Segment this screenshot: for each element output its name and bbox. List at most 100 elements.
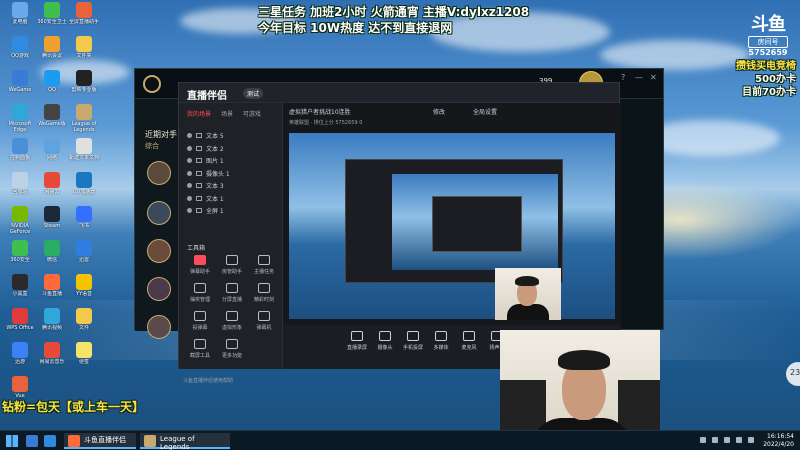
tray-icon[interactable] bbox=[700, 437, 706, 443]
desktop-icon[interactable]: 360安全卫士 bbox=[36, 2, 68, 34]
side-badge[interactable]: 23 bbox=[786, 362, 800, 386]
source-item[interactable]: 全屏 1 bbox=[187, 206, 277, 217]
tab-overall[interactable]: 综合 bbox=[145, 141, 159, 151]
source-item[interactable]: 摄像头 1 bbox=[187, 169, 277, 180]
tab-my-scenes[interactable]: 我的场景 bbox=[187, 111, 211, 118]
desktop-icon[interactable]: NVIDIA GeForce bbox=[4, 206, 36, 238]
champion-icon[interactable] bbox=[147, 277, 171, 301]
desktop-icon[interactable]: 迅雷 bbox=[68, 240, 100, 272]
edit-title-button[interactable]: 修改 bbox=[433, 107, 445, 116]
clock[interactable]: 16:16:54 2022/4/20 bbox=[763, 433, 794, 449]
desktop-icon[interactable]: Microsoft Edge bbox=[4, 104, 36, 136]
desktop-icon[interactable]: 腾讯会议 bbox=[36, 36, 68, 68]
volume-icon[interactable] bbox=[736, 437, 742, 443]
desktop-icon[interactable]: QQ游戏 bbox=[4, 36, 36, 68]
tool-button[interactable]: 抽奖管理 bbox=[185, 283, 215, 311]
desktop-icon[interactable]: 回收站 bbox=[4, 172, 36, 204]
tool-button[interactable]: 截屏工具 bbox=[185, 339, 215, 367]
tool-button[interactable]: 弹幕机 bbox=[249, 311, 279, 339]
visibility-icon[interactable] bbox=[187, 133, 192, 138]
taskbar: 斗鱼直播伴侣 League of Legends 16:16:54 2022/4… bbox=[0, 430, 800, 450]
tool-button[interactable]: 更多功能 bbox=[217, 339, 247, 367]
champion-icon[interactable] bbox=[147, 239, 171, 263]
tool-button[interactable]: 弹幕助手 bbox=[185, 255, 215, 283]
toolbar-button[interactable]: 摄像头 bbox=[371, 331, 399, 351]
visibility-icon[interactable] bbox=[187, 145, 192, 151]
desktop-icon[interactable]: 文件夹 bbox=[68, 36, 100, 68]
desktop-icon[interactable]: 网络 bbox=[36, 138, 68, 170]
desktop-icon[interactable]: UU加速器 bbox=[68, 172, 100, 204]
toolbar-button[interactable]: 手机投屏 bbox=[399, 331, 427, 351]
champion-icon[interactable] bbox=[147, 161, 171, 185]
taskbar-app-lol[interactable]: League of Legends bbox=[140, 433, 230, 450]
minimize-button[interactable]: — bbox=[635, 73, 643, 82]
overlay-card-progress: 目前70办卡 bbox=[742, 87, 796, 98]
desktop-icon[interactable]: WeGame版 bbox=[36, 104, 68, 136]
taskbar-app-douyu[interactable]: 斗鱼直播伴侣 bbox=[64, 433, 136, 449]
tray-icon[interactable] bbox=[712, 437, 718, 443]
toolbar-button[interactable]: 直播录屏 bbox=[343, 331, 371, 351]
visibility-icon[interactable] bbox=[187, 183, 192, 188]
desktop-icon[interactable]: Steam bbox=[36, 206, 68, 238]
streaming-companion-window[interactable]: 直播伴侣 测试 我的场景 场景 可游戏 文本 5 文本 2 图片 1 摄像头 1 文本 … bbox=[178, 82, 621, 384]
desktop-icon[interactable]: 腾讯视频 bbox=[36, 308, 68, 340]
source-item[interactable]: 文本 5 bbox=[187, 131, 277, 142]
desktop-icon[interactable]: 网易云音乐 bbox=[36, 342, 68, 374]
tool-icon bbox=[258, 283, 270, 293]
desktop-icon[interactable]: YY语音 bbox=[68, 274, 100, 306]
visibility-icon[interactable] bbox=[187, 195, 192, 201]
desktop-icon[interactable]: 网易云 bbox=[36, 172, 68, 204]
source-item[interactable]: 文本 2 bbox=[187, 144, 277, 155]
app-icon bbox=[44, 36, 60, 52]
search-icon[interactable] bbox=[26, 435, 38, 447]
source-item[interactable]: 图片 1 bbox=[187, 156, 277, 167]
tool-button[interactable]: 房管助手 bbox=[217, 255, 247, 283]
toolbar-button[interactable]: 多媒体 bbox=[427, 331, 455, 351]
visibility-icon[interactable] bbox=[187, 170, 192, 176]
desktop-icon[interactable]: WeGame bbox=[4, 70, 36, 102]
desktop-icon[interactable]: 360安全 bbox=[4, 240, 36, 272]
desktop-icon[interactable]: QQ bbox=[36, 70, 68, 102]
desktop-icon[interactable]: 微信 bbox=[36, 240, 68, 272]
lol-logo-icon bbox=[143, 75, 161, 93]
stream-title[interactable]: 虚拟猎户者挑战10连胜 bbox=[289, 107, 351, 116]
global-settings-button[interactable]: 全局设置 bbox=[473, 107, 497, 116]
desktop-icon[interactable]: 迅游 bbox=[4, 342, 36, 374]
close-button[interactable]: ✕ bbox=[650, 73, 657, 82]
desktop-icon[interactable]: WPS Office bbox=[4, 308, 36, 340]
help-button[interactable]: ? bbox=[621, 73, 625, 82]
desktop-icon[interactable]: 飞书 bbox=[68, 206, 100, 238]
help-link[interactable]: 斗鱼直播伴侣使用帮助 bbox=[183, 377, 233, 384]
tool-button[interactable]: 主播任务 bbox=[249, 255, 279, 283]
desktop-icon[interactable]: 新建文本文档 bbox=[68, 138, 100, 170]
tool-button[interactable]: 投弹幕 bbox=[185, 311, 215, 339]
pinned-app-icon[interactable] bbox=[44, 435, 56, 447]
version-badge[interactable]: 测试 bbox=[243, 88, 264, 99]
source-item[interactable]: 文本 1 bbox=[187, 194, 277, 205]
desktop-icon[interactable]: 此电脑 bbox=[4, 2, 36, 34]
desktop-icon[interactable]: 全屏直播助手 bbox=[68, 2, 100, 34]
tool-button[interactable]: 精彩时刻 bbox=[249, 283, 279, 311]
desktop-icon[interactable]: League of Legends bbox=[68, 104, 100, 136]
tool-button[interactable]: 虚拟形象 bbox=[217, 311, 247, 339]
desktop-icon[interactable]: 剪映专业版 bbox=[68, 70, 100, 102]
visibility-icon[interactable] bbox=[187, 158, 192, 163]
windows-start-icon[interactable] bbox=[6, 435, 18, 447]
champion-icon[interactable] bbox=[147, 315, 171, 339]
visibility-icon[interactable] bbox=[187, 208, 192, 213]
desktop-icon[interactable]: 控制面板 bbox=[4, 138, 36, 170]
network-icon[interactable] bbox=[724, 437, 730, 443]
tab-scenes[interactable]: 场景 bbox=[221, 111, 233, 118]
desktop-icon[interactable]: 斗鱼直播 bbox=[36, 274, 68, 306]
desktop-icon[interactable]: 便签 bbox=[68, 342, 100, 374]
ime-icon[interactable] bbox=[748, 437, 754, 443]
tab-games[interactable]: 可游戏 bbox=[243, 111, 261, 118]
desktop-icon[interactable]: 文件 bbox=[68, 308, 100, 340]
desktop-icon[interactable]: 小黑盒 bbox=[4, 274, 36, 306]
live-preview[interactable] bbox=[289, 133, 615, 319]
app-icon bbox=[12, 376, 28, 392]
source-item[interactable]: 文本 3 bbox=[187, 181, 277, 192]
tool-button[interactable]: 分屏直播 bbox=[217, 283, 247, 311]
champion-icon[interactable] bbox=[147, 201, 171, 225]
toolbar-button[interactable]: 麦克风 bbox=[455, 331, 483, 351]
